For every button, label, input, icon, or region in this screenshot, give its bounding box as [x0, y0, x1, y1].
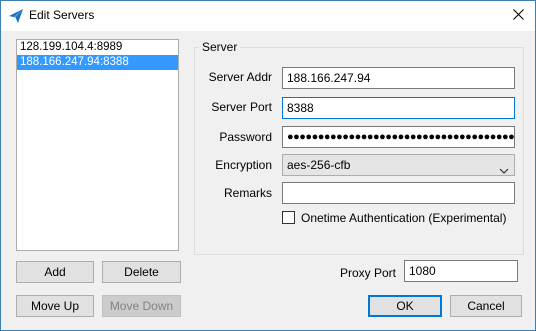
- edit-servers-dialog: Edit Servers 128.199.104.4:8989 188.166.…: [0, 0, 536, 331]
- chevron-down-icon: [499, 161, 509, 174]
- encryption-label: Encryption: [215, 158, 272, 172]
- paper-plane-icon: [8, 8, 24, 24]
- server-port-input[interactable]: 8388: [282, 97, 515, 119]
- server-port-label: Server Port: [211, 100, 272, 114]
- encryption-value: aes-256-cfb: [287, 158, 351, 172]
- server-list-item[interactable]: 128.199.104.4:8989: [17, 40, 178, 55]
- server-list-item-selected[interactable]: 188.166.247.94:8388: [17, 55, 178, 70]
- move-down-button: Move Down: [102, 295, 181, 317]
- ok-button[interactable]: OK: [368, 295, 442, 317]
- remarks-label: Remarks: [223, 186, 272, 200]
- password-label: Password: [219, 130, 272, 144]
- proxy-port-label: Proxy Port: [339, 266, 396, 280]
- remarks-input[interactable]: [282, 182, 515, 204]
- move-up-button[interactable]: Move Up: [16, 295, 94, 317]
- close-icon: [512, 9, 524, 23]
- password-input[interactable]: ●●●●●●●●●●●●●●●●●●●●●●●●●●●●●●●●●●●●●●●●: [282, 126, 515, 148]
- server-addr-label: Server Addr: [208, 70, 272, 84]
- title-bar: Edit Servers: [1, 1, 535, 31]
- close-button[interactable]: [501, 1, 535, 31]
- onetime-auth-checkbox[interactable]: [282, 211, 295, 224]
- server-group-legend: Server: [199, 40, 241, 54]
- encryption-select[interactable]: aes-256-cfb: [282, 154, 515, 176]
- delete-button[interactable]: Delete: [102, 261, 181, 283]
- cancel-button[interactable]: Cancel: [450, 295, 522, 317]
- onetime-auth-label[interactable]: Onetime Authentication (Experimental): [301, 211, 506, 225]
- proxy-port-input[interactable]: 1080: [404, 260, 518, 282]
- window-title: Edit Servers: [29, 8, 95, 22]
- server-addr-input[interactable]: 188.166.247.94: [282, 67, 515, 89]
- add-button[interactable]: Add: [16, 261, 94, 283]
